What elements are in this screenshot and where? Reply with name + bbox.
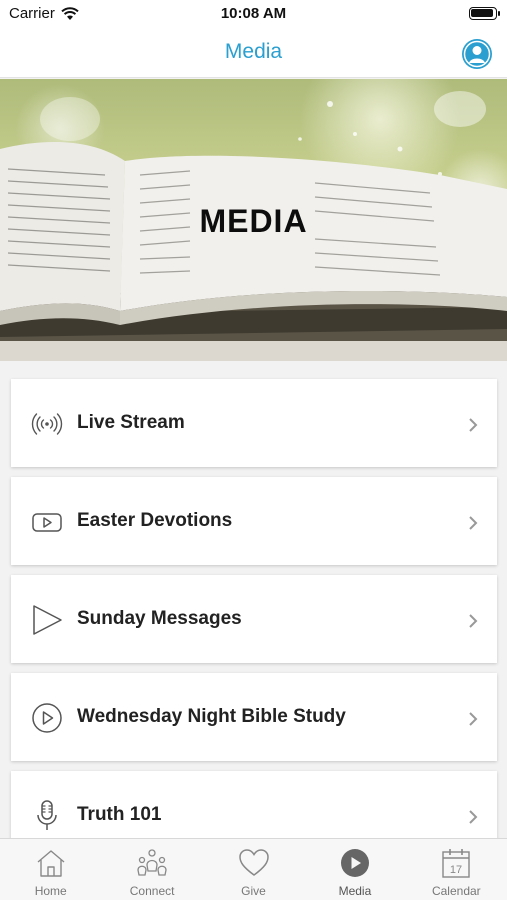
calendar-day-text: 17 (450, 864, 462, 876)
tab-media[interactable]: Media (304, 839, 405, 900)
list-item-sunday-messages[interactable]: Sunday Messages (11, 575, 497, 663)
tab-label: Connect (129, 884, 175, 898)
play-circle-icon (340, 849, 369, 877)
list-item-label: Truth 101 (77, 804, 162, 825)
list-item-wednesday-night-bible-study[interactable]: Wednesday Night Bible Study (11, 673, 497, 761)
chevron-right-icon (469, 418, 478, 432)
play-triangle-icon (33, 605, 62, 635)
tab-give[interactable]: Give (203, 839, 304, 900)
profile-button[interactable] (462, 39, 492, 69)
page-title: Media (224, 40, 283, 63)
tab-home[interactable]: Home (0, 839, 101, 900)
hero-title: MEDIA (199, 203, 308, 239)
user-icon (463, 40, 491, 68)
list-item-label: Live Stream (77, 412, 185, 433)
chevron-right-icon (469, 810, 478, 824)
broadcast-icon (31, 413, 63, 435)
chevron-right-icon (469, 614, 478, 628)
nav-bar: Media (0, 28, 507, 78)
media-list: Live Stream Easter Devotions Sunday Mess… (11, 379, 497, 869)
chevron-right-icon (469, 516, 478, 530)
tab-label: Give (241, 884, 266, 898)
battery-icon (469, 7, 500, 20)
tab-calendar[interactable]: 17 Calendar (406, 839, 507, 900)
tab-connect[interactable]: Connect (101, 839, 202, 900)
tab-label: Media (338, 884, 372, 898)
list-item-live-stream[interactable]: Live Stream (11, 379, 497, 467)
home-icon (37, 850, 65, 877)
microphone-icon (37, 800, 57, 830)
hero-banner: MEDIA (0, 79, 507, 361)
tab-bar: Home Connect Give Media 17 Calendar (0, 838, 507, 900)
status-bar: Carrier 10:08 AM (0, 0, 507, 28)
youtube-icon (32, 513, 62, 532)
list-item-easter-devotions[interactable]: Easter Devotions (11, 477, 497, 565)
list-item-label: Sunday Messages (77, 608, 242, 629)
list-item-label: Wednesday Night Bible Study (77, 706, 346, 727)
calendar-icon: 17 (442, 849, 471, 878)
play-circle-icon (32, 703, 62, 733)
status-time: 10:08 AM (220, 5, 287, 22)
heart-icon (238, 849, 269, 876)
tab-label: Calendar (431, 884, 481, 898)
people-icon (137, 849, 167, 876)
tab-label: Home (34, 884, 67, 898)
chevron-right-icon (469, 712, 478, 726)
list-item-label: Easter Devotions (77, 510, 233, 531)
